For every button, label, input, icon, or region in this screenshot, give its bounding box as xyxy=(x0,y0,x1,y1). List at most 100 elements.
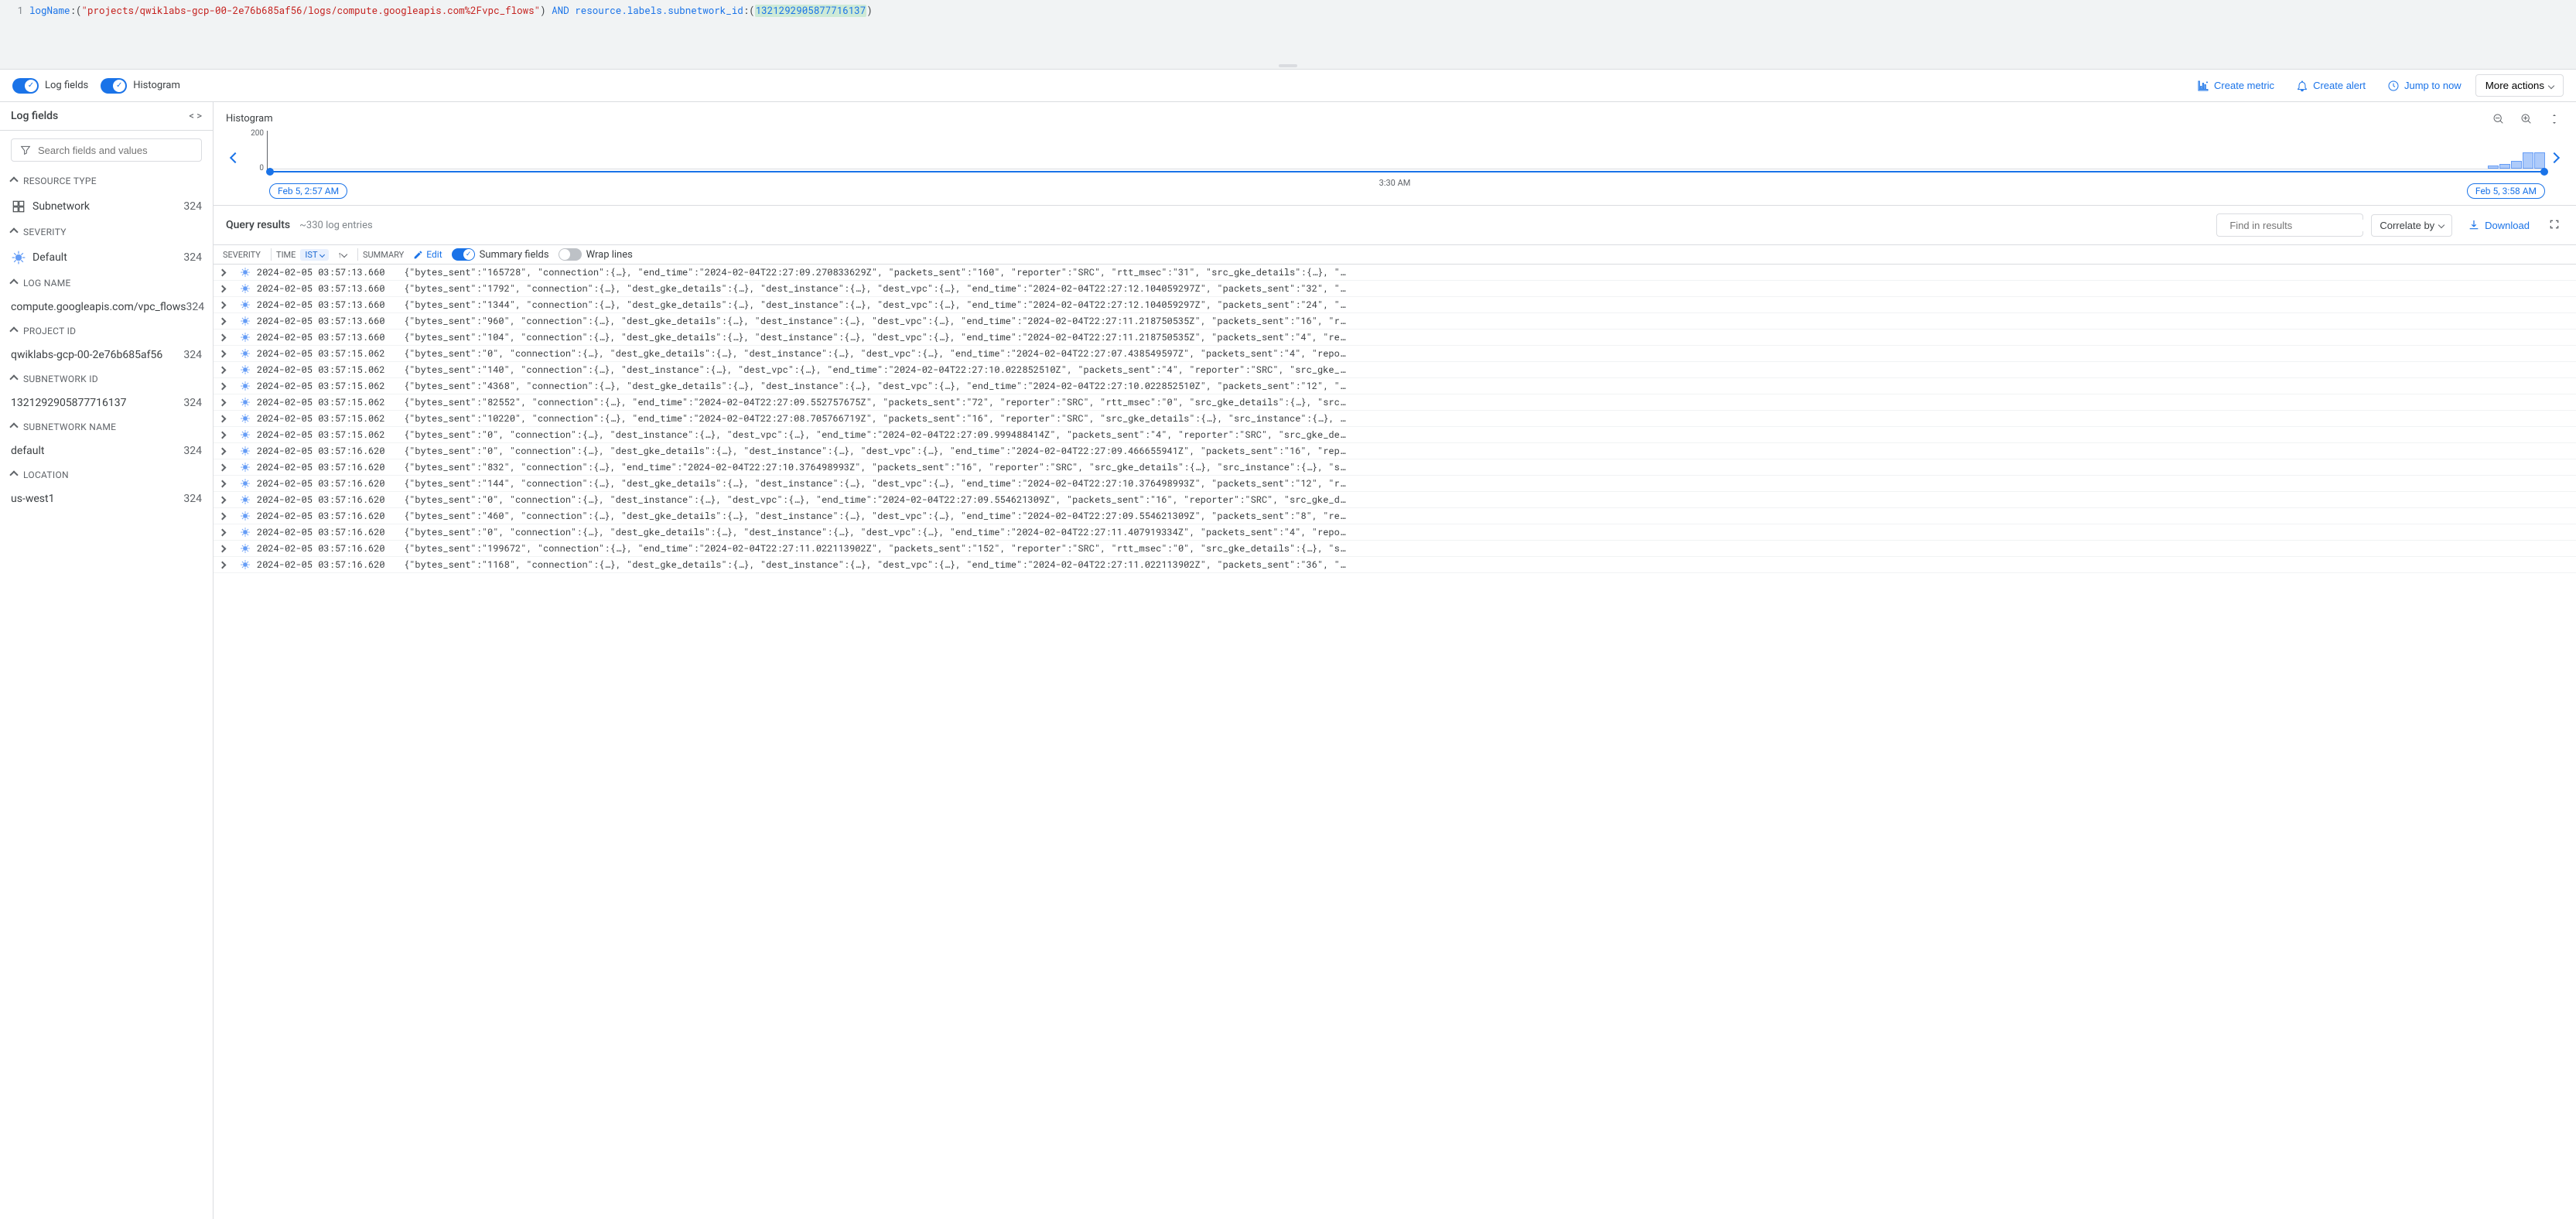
expand-row-icon[interactable] xyxy=(220,331,234,343)
more-actions-dropdown[interactable]: More actions xyxy=(2475,74,2564,97)
timezone-chip[interactable]: IST xyxy=(300,249,328,261)
log-timestamp: 2024-02-05 03:57:13.660 xyxy=(257,315,396,327)
field-count: 324 xyxy=(183,397,202,409)
log-row[interactable]: 2024-02-05 03:57:16.620{"bytes_sent":"14… xyxy=(214,476,2576,492)
log-row[interactable]: 2024-02-05 03:57:16.620{"bytes_sent":"83… xyxy=(214,459,2576,476)
expand-row-icon[interactable] xyxy=(220,493,234,506)
jump-to-now-button[interactable]: Jump to now xyxy=(2380,75,2469,97)
log-row[interactable]: 2024-02-05 03:57:15.062{"bytes_sent":"82… xyxy=(214,394,2576,411)
histogram-expand-button[interactable] xyxy=(2545,110,2564,131)
expand-row-icon[interactable] xyxy=(220,510,234,522)
histogram-nav-left[interactable] xyxy=(226,131,244,185)
toggle-wrap-lines[interactable]: Wrap lines xyxy=(559,248,633,261)
query-text[interactable]: logName:("projects/qwiklabs-gcp-00-2e76b… xyxy=(29,5,873,17)
expand-row-icon[interactable] xyxy=(220,542,234,555)
expand-row-icon[interactable] xyxy=(220,477,234,490)
log-summary: {"bytes_sent":"165728", "connection":{…}… xyxy=(396,266,2570,278)
histogram-nav-right[interactable] xyxy=(2545,131,2564,185)
field-group-header[interactable]: LOCATION xyxy=(0,463,213,487)
create-metric-button[interactable]: Create metric xyxy=(2189,75,2282,97)
chevron-up-icon xyxy=(11,227,17,237)
severity-default-icon xyxy=(240,527,251,538)
expand-row-icon[interactable] xyxy=(220,412,234,425)
field-group-header[interactable]: LOG NAME xyxy=(0,271,213,295)
field-row[interactable]: compute.googleapis.com/vpc_flows324 xyxy=(0,295,213,319)
expand-row-icon[interactable] xyxy=(220,429,234,441)
toggle-switch-on-icon xyxy=(101,78,127,94)
log-row[interactable]: 2024-02-05 03:57:13.660{"bytes_sent":"16… xyxy=(214,265,2576,281)
range-handle-end[interactable] xyxy=(2540,168,2548,176)
expand-row-icon[interactable] xyxy=(220,299,234,311)
log-timestamp: 2024-02-05 03:57:16.620 xyxy=(257,510,396,522)
expand-row-icon[interactable] xyxy=(220,315,234,327)
field-row[interactable]: default324 xyxy=(0,439,213,463)
expand-row-icon[interactable] xyxy=(220,558,234,571)
field-row[interactable]: qwiklabs-gcp-00-2e76b685af56324 xyxy=(0,343,213,367)
field-row[interactable]: 1321292905877716137324 xyxy=(0,391,213,415)
severity-default-icon xyxy=(240,478,251,489)
toggle-log-fields[interactable]: Log fields xyxy=(12,78,88,94)
query-editor[interactable]: 1 logName:("projects/qwiklabs-gcp-00-2e7… xyxy=(0,0,2576,70)
log-row[interactable]: 2024-02-05 03:57:15.062{"bytes_sent":"14… xyxy=(214,362,2576,378)
find-in-results-input[interactable] xyxy=(2216,213,2363,237)
field-name: qwiklabs-gcp-00-2e76b685af56 xyxy=(11,349,183,361)
expand-row-icon[interactable] xyxy=(220,526,234,538)
field-group-header[interactable]: SEVERITY xyxy=(0,220,213,244)
log-row[interactable]: 2024-02-05 03:57:16.620{"bytes_sent":"11… xyxy=(214,557,2576,573)
field-row[interactable]: Subnetwork324 xyxy=(0,193,213,220)
toggle-summary-fields[interactable]: Summary fields xyxy=(452,248,549,261)
log-results-list[interactable]: 2024-02-05 03:57:13.660 {"bytes_sent":"16… xyxy=(214,265,2576,1219)
expand-row-icon[interactable] xyxy=(220,396,234,408)
log-row[interactable]: 2024-02-05 03:57:13.660{"bytes_sent":"10… xyxy=(214,330,2576,346)
line-number: 1 xyxy=(8,5,23,17)
histogram-chart[interactable]: 200 0 3:30 AM Feb 5, 2 xyxy=(244,131,2545,185)
download-button[interactable]: Download xyxy=(2460,214,2537,236)
log-row[interactable]: 2024-02-05 03:57:16.620{"bytes_sent":"0"… xyxy=(214,443,2576,459)
toggle-histogram[interactable]: Histogram xyxy=(101,78,180,94)
field-row[interactable]: Default324 xyxy=(0,244,213,271)
log-row[interactable]: 2024-02-05 03:57:15.062{"bytes_sent":"43… xyxy=(214,378,2576,394)
fields-search-input[interactable] xyxy=(11,138,202,162)
col-severity[interactable]: SEVERITY xyxy=(220,250,266,260)
log-row[interactable]: 2024-02-05 03:57:13.660{"bytes_sent":"96… xyxy=(214,313,2576,330)
expand-row-icon[interactable] xyxy=(220,461,234,473)
edit-summary-button[interactable]: Edit xyxy=(413,249,442,260)
expand-row-icon[interactable] xyxy=(220,282,234,295)
log-row[interactable]: 2024-02-05 03:57:15.062{"bytes_sent":"0"… xyxy=(214,346,2576,362)
log-row[interactable]: 2024-02-05 03:57:15.062{"bytes_sent":"0"… xyxy=(214,427,2576,443)
collapse-icon[interactable]: < > xyxy=(189,111,202,122)
log-row[interactable]: 2024-02-05 03:57:15.062{"bytes_sent":"10… xyxy=(214,411,2576,427)
field-group-header[interactable]: SUBNETWORK ID xyxy=(0,367,213,391)
group-label: SUBNETWORK NAME xyxy=(23,422,116,432)
log-row[interactable]: 2024-02-05 03:57:13.660{"bytes_sent":"17… xyxy=(214,281,2576,297)
time-range-slider[interactable] xyxy=(269,169,2545,174)
time-column-menu[interactable] xyxy=(341,251,347,258)
log-row[interactable]: 2024-02-05 03:57:16.620{"bytes_sent":"19… xyxy=(214,541,2576,557)
expand-row-icon[interactable] xyxy=(220,266,234,278)
results-title: Query results xyxy=(226,219,290,231)
expand-row-icon[interactable] xyxy=(220,347,234,360)
col-summary[interactable]: SUMMARY xyxy=(363,250,404,260)
log-row[interactable]: 2024-02-05 03:57:16.620{"bytes_sent":"0"… xyxy=(214,524,2576,541)
fullscreen-button[interactable] xyxy=(2545,215,2564,236)
create-alert-button[interactable]: Create alert xyxy=(2288,75,2373,97)
expand-row-icon[interactable] xyxy=(220,445,234,457)
log-row[interactable]: 2024-02-05 03:57:13.660{"bytes_sent":"13… xyxy=(214,297,2576,313)
correlate-by-dropdown[interactable]: Correlate by xyxy=(2371,214,2452,237)
log-row[interactable]: 2024-02-05 03:57:16.620{"bytes_sent":"46… xyxy=(214,508,2576,524)
zoom-in-button[interactable] xyxy=(2517,110,2536,131)
expand-row-icon[interactable] xyxy=(220,364,234,376)
expand-row-icon[interactable] xyxy=(220,380,234,392)
field-group-header[interactable]: PROJECT ID xyxy=(0,319,213,343)
log-row[interactable]: 2024-02-05 03:57:16.620{"bytes_sent":"0"… xyxy=(214,492,2576,508)
field-group-header[interactable]: RESOURCE TYPE xyxy=(0,169,213,193)
zoom-out-button[interactable] xyxy=(2489,110,2508,131)
range-handle-start[interactable] xyxy=(266,168,274,176)
log-summary: {"bytes_sent":"4368", "connection":{…}, … xyxy=(396,380,2570,392)
resize-handle[interactable] xyxy=(1279,64,1297,67)
col-time[interactable]: TIME IST ↑ xyxy=(276,249,342,261)
field-group-header[interactable]: SUBNETWORK NAME xyxy=(0,415,213,439)
log-summary: {"bytes_sent":"144", "connection":{…}, "… xyxy=(396,477,2570,490)
group-label: SUBNETWORK ID xyxy=(23,374,98,384)
field-row[interactable]: us-west1324 xyxy=(0,487,213,511)
